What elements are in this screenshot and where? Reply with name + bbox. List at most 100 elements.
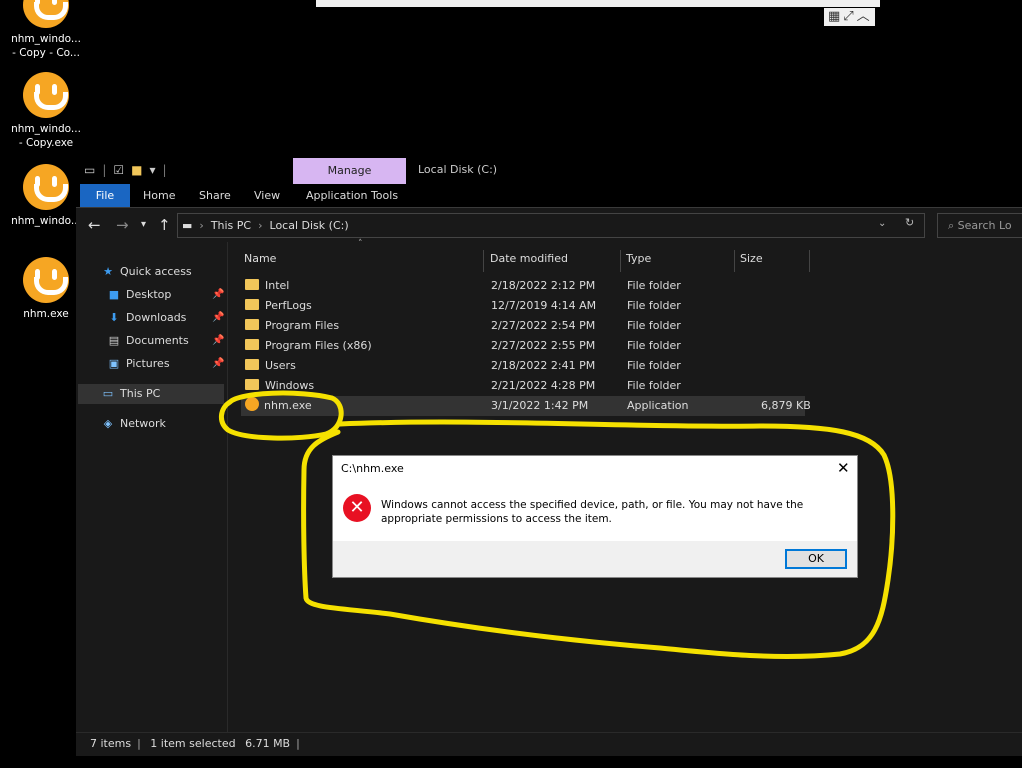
file-name: PerfLogs	[265, 299, 312, 312]
recent-locations-chevron-icon[interactable]: ▾	[141, 219, 146, 230]
customize-toolbar-icon[interactable]: ▾	[150, 163, 156, 177]
error-dialog: C:\nhm.exe ✕ ✕ Windows cannot access the…	[332, 455, 858, 578]
nav-this-pc[interactable]: ▭ This PC	[100, 384, 161, 404]
breadcrumb-local-disk[interactable]: Local Disk (C:)	[270, 214, 349, 237]
desktop-icon-label: nhm_windo...	[11, 215, 81, 227]
file-row[interactable]: Windows 2/21/2022 4:28 PM File folder	[241, 376, 805, 396]
file-type: File folder	[627, 319, 681, 332]
item-count: 7 items	[90, 737, 132, 750]
file-date: 2/27/2022 2:55 PM	[491, 339, 596, 352]
nav-pictures[interactable]: ▣ Pictures	[106, 354, 170, 374]
nicehash-icon	[23, 72, 69, 118]
file-row[interactable]: Users 2/18/2022 2:41 PM File folder	[241, 356, 805, 376]
address-bar[interactable]: ▬ › This PC › Local Disk (C:) ⌄ ↻	[177, 213, 925, 238]
search-placeholder: Search Lo	[957, 219, 1012, 232]
nicehash-icon	[23, 164, 69, 210]
file-name: Intel	[265, 279, 290, 292]
column-type[interactable]: Type	[623, 250, 735, 272]
navigation-pane: ★ Quick access ■ Desktop 📌 ⬇ Downloads 📌 ▤ D…	[76, 242, 228, 732]
folder-icon	[245, 339, 259, 350]
file-name: Users	[265, 359, 296, 372]
ok-button[interactable]: OK	[785, 549, 847, 569]
forward-arrow-icon[interactable]: →	[116, 216, 129, 234]
file-row[interactable]: Program Files 2/27/2022 2:54 PM File fol…	[241, 316, 805, 336]
nav-downloads[interactable]: ⬇ Downloads	[106, 308, 186, 328]
sort-ascending-icon: ˄	[358, 239, 363, 249]
status-bar: 7 items | 1 item selected 6.71 MB |	[76, 732, 1022, 756]
computer-icon: ▭	[102, 387, 114, 400]
back-arrow-icon[interactable]: ←	[88, 216, 101, 234]
column-name[interactable]: Name	[241, 250, 484, 272]
tab-share[interactable]: Share	[199, 184, 231, 207]
file-date: 2/21/2022 4:28 PM	[491, 379, 596, 392]
pictures-icon: ▣	[108, 357, 120, 370]
up-arrow-icon[interactable]: ↑	[158, 216, 171, 234]
download-icon: ⬇	[109, 311, 119, 324]
checklist-icon[interactable]: ☑	[113, 163, 124, 177]
quick-access-toolbar: ▭ | ☑ ■ ▾ |	[84, 163, 167, 177]
desktop-icon-windows[interactable]: nhm_windo...	[11, 164, 81, 228]
pin-icon[interactable]: 📌	[212, 289, 224, 300]
folder-icon	[245, 279, 259, 290]
file-type: File folder	[627, 279, 681, 292]
folder-icon	[245, 299, 259, 310]
dialog-title: C:\nhm.exe	[341, 462, 404, 475]
file-date: 12/7/2019 4:14 AM	[491, 299, 597, 312]
selection-size: 6.71 MB	[245, 737, 291, 750]
desktop-folder-icon: ■	[108, 288, 120, 301]
file-row-selected[interactable]: nhm.exe 3/1/2022 1:42 PM Application 6,8…	[241, 396, 811, 416]
pin-icon[interactable]: 📌	[212, 335, 224, 346]
star-icon: ★	[103, 265, 113, 278]
nav-network[interactable]: ◈ Network	[100, 414, 166, 434]
properties-icon[interactable]: ▭	[84, 163, 95, 177]
nav-documents[interactable]: ▤ Documents	[106, 331, 189, 351]
file-name: Program Files	[265, 319, 340, 332]
background-window-edge	[316, 0, 880, 7]
refresh-icon[interactable]: ↻	[905, 216, 914, 229]
nicehash-icon	[23, 257, 69, 303]
search-input[interactable]: ⌕ Search Lo	[937, 213, 1022, 238]
pin-icon[interactable]: 📌	[212, 358, 224, 369]
nav-quick-access[interactable]: ★ Quick access	[100, 262, 192, 282]
address-row: ← → ▾ ↑ ▬ › This PC › Local Disk (C:) ⌄ …	[76, 208, 1022, 242]
folder-icon	[245, 359, 259, 370]
folder-icon	[245, 319, 259, 330]
file-type: Application	[627, 399, 689, 412]
ribbon-tabs: File Home Share View Application Tools	[76, 184, 1022, 208]
file-name: Program Files (x86)	[265, 339, 372, 352]
file-row[interactable]: Program Files (x86) 2/27/2022 2:55 PM Fi…	[241, 336, 805, 356]
pin-icon[interactable]: 📌	[212, 312, 224, 323]
file-name: Windows	[265, 379, 315, 392]
nicehash-icon	[23, 0, 69, 28]
tab-home[interactable]: Home	[143, 184, 175, 207]
desktop-icon-copy[interactable]: nhm_windo... - Copy.exe	[11, 72, 81, 150]
desktop: ▦⤢︿ nhm_windo... - Copy - Co... nhm_wind…	[0, 0, 1022, 768]
tab-manage[interactable]: Manage	[293, 158, 406, 184]
address-dropdown-icon[interactable]: ⌄	[878, 218, 886, 229]
new-folder-icon[interactable]: ■	[131, 163, 142, 177]
tab-view[interactable]: View	[254, 184, 280, 207]
desktop-icon-copy-copy[interactable]: nhm_windo... - Copy - Co...	[11, 0, 81, 60]
title-bar: ▭ | ☑ ■ ▾ | Manage Local Disk (C:)	[76, 158, 1022, 184]
column-date-modified[interactable]: Date modified	[487, 250, 621, 272]
breadcrumb-this-pc[interactable]: This PC	[211, 214, 251, 237]
tab-file[interactable]: File	[80, 184, 130, 207]
tab-application-tools[interactable]: Application Tools	[306, 184, 398, 207]
dialog-footer: OK	[333, 541, 857, 577]
document-icon: ▤	[108, 334, 120, 347]
selection-count: 1 item selected	[150, 737, 236, 750]
nav-desktop[interactable]: ■ Desktop	[106, 285, 172, 305]
column-size[interactable]: Size	[737, 250, 810, 272]
file-date: 2/18/2022 2:41 PM	[491, 359, 596, 372]
file-row[interactable]: Intel 2/18/2022 2:12 PM File folder	[241, 276, 805, 296]
file-type: File folder	[627, 359, 681, 372]
close-icon[interactable]: ✕	[837, 459, 850, 477]
network-icon: ◈	[103, 417, 113, 430]
file-row[interactable]: PerfLogs 12/7/2019 4:14 AM File folder	[241, 296, 805, 316]
file-type: File folder	[627, 339, 681, 352]
folder-icon	[245, 379, 259, 390]
desktop-icon-nhm[interactable]: nhm.exe	[11, 257, 81, 321]
window-controls[interactable]: ▦⤢︿	[824, 8, 875, 26]
file-date: 2/18/2022 2:12 PM	[491, 279, 596, 292]
nicehash-icon	[245, 397, 259, 411]
